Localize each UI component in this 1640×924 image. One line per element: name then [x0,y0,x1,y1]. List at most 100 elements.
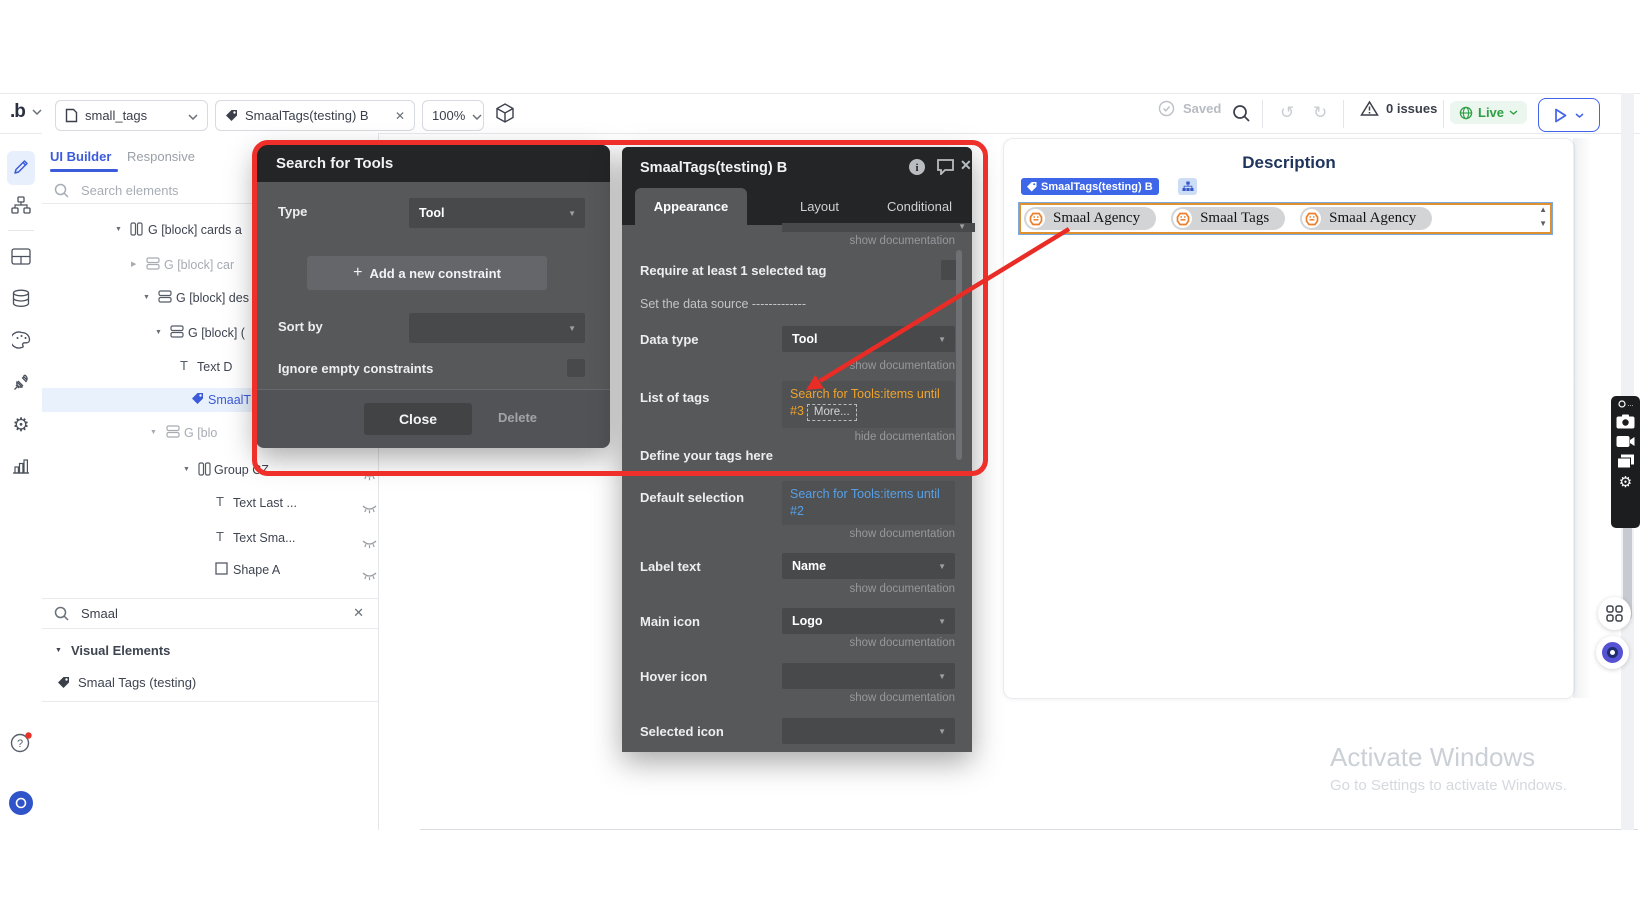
search-button[interactable] [1232,104,1251,128]
panel-scrollbar-thumb[interactable] [956,250,962,460]
show-documentation-link[interactable]: show documentation [850,583,955,595]
ignore-empty-checkbox[interactable] [567,359,585,377]
list-of-tags-value[interactable]: Search for Tools:items until #3More... [782,381,955,428]
design-tool-button[interactable] [0,158,42,176]
workflow-tool-button[interactable] [0,196,42,214]
property-editor-header[interactable]: SmaalTags(testing) B i ✕ [622,147,972,188]
data-type-dropdown[interactable]: Tool ▼ [782,326,955,352]
video-camera-icon[interactable] [1616,435,1635,448]
close-panel-icon[interactable]: ✕ [960,157,972,174]
undo-button[interactable]: ↺ [1280,103,1294,123]
clear-filter-icon[interactable]: ✕ [353,605,364,621]
close-button[interactable]: Close [364,403,472,435]
type-dropdown[interactable]: Tool ▼ [409,198,585,228]
data-tab-button[interactable] [0,289,42,308]
caret-down-icon: ▼ [568,209,576,218]
tab-layout[interactable]: Layout [767,188,872,225]
layout-panel-button[interactable] [0,248,42,265]
show-documentation-link[interactable]: show documentation [850,692,955,704]
spinner-down-icon[interactable]: ▼ [1539,220,1547,228]
clear-element-icon[interactable]: ✕ [395,109,405,123]
expand-toggle-icon[interactable]: ▼ [183,458,190,482]
expand-toggle-icon[interactable]: ▼ [150,421,157,445]
hidden-eye-icon[interactable] [362,533,377,557]
styles-tab-button[interactable] [0,331,42,349]
tab-ui-builder[interactable]: UI Builder [50,149,111,164]
info-icon[interactable]: i [908,158,926,180]
search-result-item[interactable]: Smaal Tags (testing) [57,675,196,690]
show-documentation-link[interactable]: show documentation [850,360,955,372]
help-button[interactable]: ? [0,732,42,754]
element-search-chip[interactable]: SmaalTags(testing) B ✕ [215,100,415,131]
default-selection-value[interactable]: Search for Tools:items until #2 [782,481,955,525]
expand-toggle-icon[interactable]: ▼ [155,321,162,345]
tree-row[interactable]: ▼ Group CZ [42,458,378,482]
sort-by-dropdown[interactable]: ▼ [409,313,585,343]
tag-pill[interactable]: Smaal Tags [1171,207,1285,230]
default-selection-expression: Search for Tools:items until [790,487,940,501]
tab-appearance[interactable]: Appearance [635,188,747,225]
redo-button[interactable]: ↻ [1313,103,1327,123]
show-documentation-link[interactable]: show documentation [850,235,955,247]
popup-header[interactable]: Search for Tools [256,145,610,182]
issues-button[interactable]: 0 issues [1360,100,1437,117]
tab-conditional[interactable]: Conditional [872,188,967,225]
tree-row[interactable]: T Text Last ... [42,491,378,515]
expand-toggle-icon[interactable]: ▼ [143,286,150,310]
hover-icon-dropdown[interactable]: ▼ [782,663,955,689]
saved-label: Saved [1183,101,1221,116]
widget-grid-button[interactable] [1598,597,1631,630]
capture-toolbar[interactable]: ... ⚙ [1611,396,1640,528]
collapse-toggle-icon[interactable]: ▶ [131,253,136,277]
hidden-eye-icon[interactable] [362,465,377,489]
capture-toolbar-header[interactable]: ... [1618,400,1634,408]
logs-tab-button[interactable] [0,458,42,474]
logo-icon [1302,209,1321,228]
hide-documentation-link[interactable]: hide documentation [855,431,955,443]
selected-element-badge[interactable]: SmaalTags(testing) B [1021,178,1159,195]
tree-filter-box[interactable]: ✕ [42,598,378,628]
zoom-selector[interactable]: 100% [422,100,484,131]
comment-icon[interactable] [936,158,955,179]
element-hierarchy-button[interactable] [1178,178,1197,195]
more-button[interactable]: More... [807,404,857,421]
account-avatar[interactable] [9,791,33,815]
delete-button[interactable]: Delete [498,410,537,425]
camera-icon[interactable] [1616,414,1635,429]
add-constraint-button[interactable]: + Add a new constraint [307,256,547,290]
search-elements-input[interactable] [79,182,283,199]
scrolled-dropdown-sliver[interactable]: ▼ [782,223,975,232]
hidden-eye-icon[interactable] [362,498,377,522]
selected-icon-dropdown[interactable]: ▼ [782,718,955,744]
label-text-dropdown[interactable]: Name ▼ [782,553,955,579]
settings-tab-button[interactable]: ⚙ [0,416,42,435]
tag-pill[interactable]: Smaal Agency [1300,207,1432,230]
spinner-up-icon[interactable]: ▲ [1539,206,1547,214]
page-canvas[interactable]: Description SmaalTags(testing) B Smaal A… [1003,138,1575,699]
smaal-tags-element[interactable]: Smaal Agency Smaal Tags Smaal Agency ▲ ▼ [1018,202,1553,235]
element-chip-label: SmaalTags(testing) B [245,108,369,123]
section-visual-elements[interactable]: ▼ Visual Elements [55,643,170,658]
add-constraint-label: Add a new constraint [369,266,500,281]
group-columns-icon [198,462,211,479]
component-library-button[interactable] [494,102,516,131]
main-icon-dropdown[interactable]: Logo ▼ [782,608,955,634]
recorder-bubble-button[interactable] [1596,636,1629,669]
copy-windows-icon[interactable] [1617,454,1635,469]
hidden-eye-icon[interactable] [362,565,377,589]
show-documentation-link[interactable]: show documentation [850,637,955,649]
live-dropdown[interactable]: Live [1450,101,1527,124]
gear-icon[interactable]: ⚙ [1619,475,1632,490]
tab-responsive[interactable]: Responsive [127,149,195,164]
tag-pill[interactable]: Smaal Agency [1024,207,1156,230]
preview-button[interactable] [1538,98,1600,132]
toolbar-divider [1343,100,1344,128]
expand-toggle-icon[interactable]: ▼ [115,218,122,242]
show-documentation-link[interactable]: show documentation [850,528,955,540]
tree-row[interactable]: Shape A [42,558,378,582]
plugins-tab-button[interactable] [0,373,42,392]
bubble-logo-button[interactable]: .b [10,101,42,123]
page-selector[interactable]: small_tags [55,100,208,131]
tree-filter-input[interactable] [79,605,283,622]
tree-row[interactable]: T Text Sma... [42,526,378,550]
